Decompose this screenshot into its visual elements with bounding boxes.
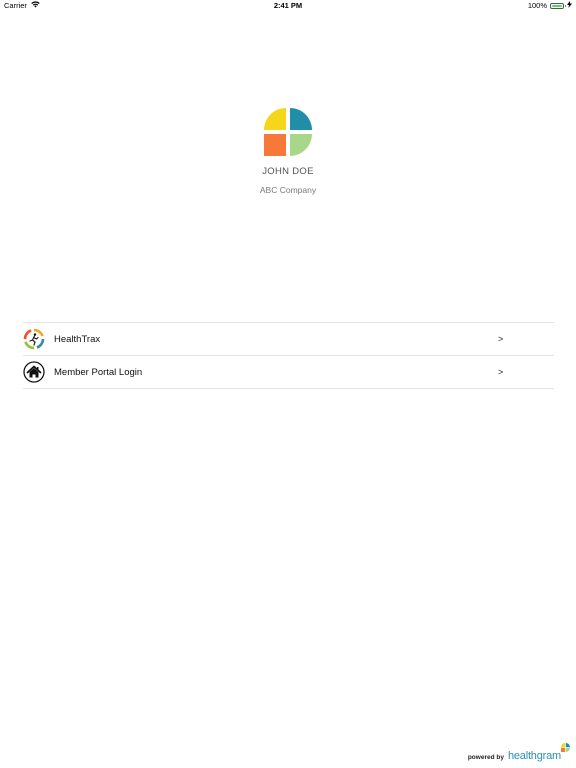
chevron-right-icon: >: [498, 334, 504, 344]
profile-header: JOHN DOE ABC Company: [0, 108, 576, 195]
menu-item-label: Member Portal Login: [54, 366, 143, 378]
company-name: ABC Company: [259, 185, 317, 195]
battery-percent: 100%: [527, 1, 547, 10]
status-time: 2:41 PM: [273, 1, 303, 10]
app-screen: Carrier 2:41 PM 100% JOHN DOE ABC Compan…: [0, 0, 576, 768]
status-bar: Carrier 2:41 PM 100%: [0, 0, 576, 12]
powered-by-footer: powered by healthgram: [468, 743, 570, 762]
menu-item-healthtrax[interactable]: HealthTrax >: [23, 323, 554, 356]
healthtrax-icon: [23, 328, 45, 350]
company-logo-icon: [264, 108, 312, 156]
charging-icon: [567, 0, 572, 12]
menu-item-label: HealthTrax: [54, 333, 101, 345]
chevron-right-icon: >: [498, 367, 504, 377]
status-right: 100%: [528, 0, 572, 12]
powered-by-label: powered by: [467, 754, 504, 761]
menu-list: HealthTrax > Member Portal Login >: [23, 322, 554, 389]
battery-level: [552, 5, 562, 7]
battery-tip: [564, 5, 566, 7]
brand-logo-icon: [561, 743, 570, 752]
home-icon: [23, 361, 45, 383]
battery-icon: [550, 3, 566, 9]
menu-item-member-portal-login[interactable]: Member Portal Login >: [23, 356, 554, 389]
user-name: JOHN DOE: [262, 166, 314, 177]
brand-name: healthgram: [507, 750, 561, 762]
